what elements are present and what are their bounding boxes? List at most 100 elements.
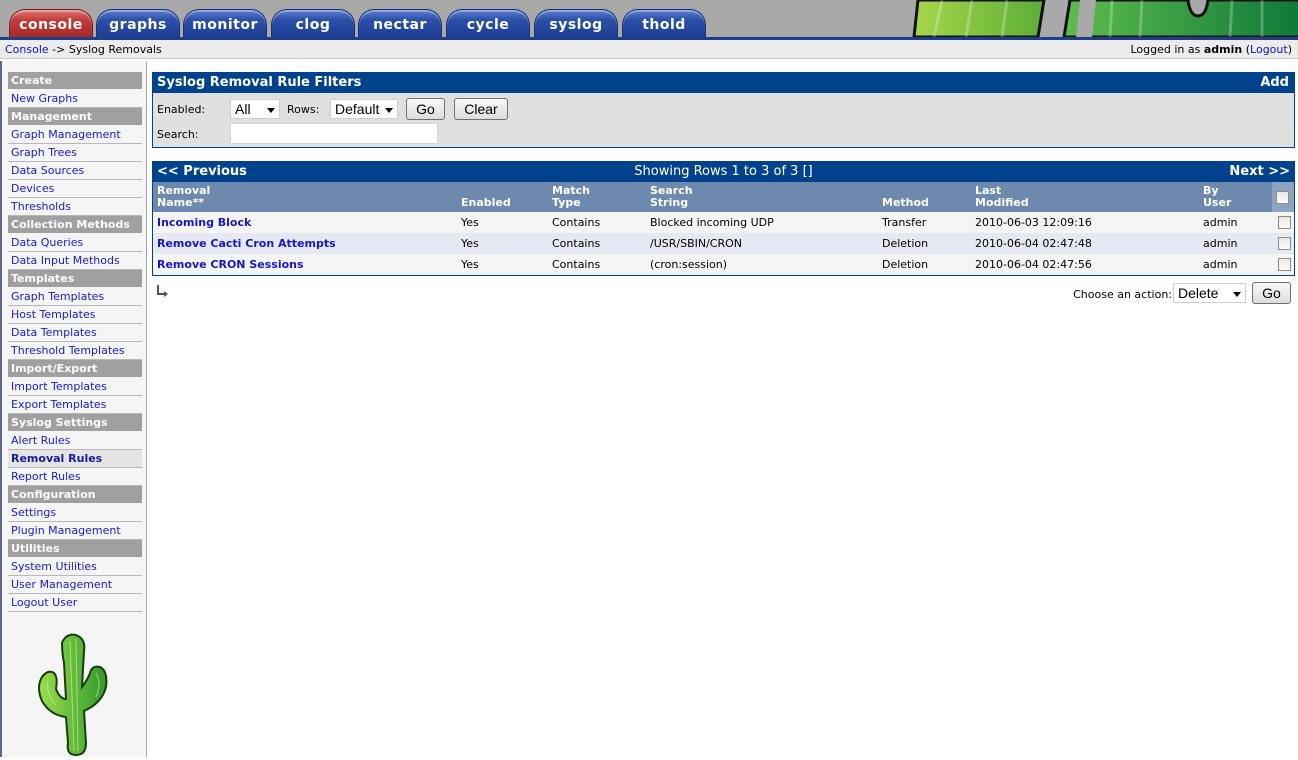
col-removal-name[interactable]: Removal Name** <box>157 185 210 209</box>
corner-arrow-icon <box>156 284 170 298</box>
col-label-line2: String <box>650 196 689 209</box>
rule-name-cell: Remove CRON Sessions <box>157 254 304 275</box>
sidebar-link[interactable]: Graph Trees <box>11 146 77 159</box>
cactus-banner-image <box>912 0 1298 37</box>
menu-section-templates: Templates <box>8 270 142 287</box>
method-cell: Deletion <box>882 237 929 250</box>
col-method[interactable]: Method <box>882 197 929 209</box>
sidebar-item-plugin-management[interactable]: Plugin Management <box>8 522 142 540</box>
sidebar-link[interactable]: Export Templates <box>11 398 106 411</box>
sidebar-link[interactable]: User Management <box>11 578 112 591</box>
sidebar-link[interactable]: Plugin Management <box>11 524 121 537</box>
select-all-checkbox[interactable] <box>1276 191 1289 204</box>
tab-nectar[interactable]: nectar <box>358 9 442 38</box>
sidebar-item-data-templates[interactable]: Data Templates <box>8 324 142 342</box>
breadcrumb-console-link[interactable]: Console <box>5 43 49 56</box>
sidebar-item-graph-templates[interactable]: Graph Templates <box>8 288 142 306</box>
add-rule-link[interactable]: Add <box>1260 73 1289 93</box>
logout-link[interactable]: Logout <box>1250 43 1288 56</box>
chevron-down-icon <box>385 108 393 113</box>
sidebar-item-data-input-methods[interactable]: Data Input Methods <box>8 252 142 270</box>
sidebar-item-graph-management[interactable]: Graph Management <box>8 126 142 144</box>
enabled-select-value: All <box>235 101 251 117</box>
sidebar-link[interactable]: Graph Templates <box>11 290 104 303</box>
row-checkbox[interactable] <box>1278 237 1291 250</box>
enabled-select[interactable]: All <box>230 99 280 119</box>
search-string-cell: /USR/SBIN/CRON <box>650 237 743 250</box>
sidebar-item-devices[interactable]: Devices <box>8 180 142 198</box>
sidebar-item-data-sources[interactable]: Data Sources <box>8 162 142 180</box>
enabled-cell: Yes <box>461 258 479 271</box>
sidebar-link[interactable]: Report Rules <box>11 470 81 483</box>
sidebar-item-new-graphs[interactable]: New Graphs <box>8 90 142 108</box>
sidebar-link[interactable]: Data Input Methods <box>11 254 120 267</box>
sidebar-item-threshold-templates[interactable]: Threshold Templates <box>8 342 142 360</box>
sidebar-link[interactable]: Settings <box>11 506 56 519</box>
tab-clog[interactable]: clog <box>271 9 355 38</box>
sidebar-link[interactable]: Removal Rules <box>11 452 102 465</box>
sidebar-item-import-templates[interactable]: Import Templates <box>8 378 142 396</box>
sidebar-link[interactable]: Graph Management <box>11 128 121 141</box>
filter-go-button[interactable]: Go <box>406 98 445 120</box>
rows-select[interactable]: Default <box>330 99 398 119</box>
next-page-link[interactable]: Next >> <box>1229 162 1290 182</box>
sidebar-item-graph-trees[interactable]: Graph Trees <box>8 144 142 162</box>
action-select[interactable]: Delete <box>1173 283 1246 303</box>
sidebar-item-settings[interactable]: Settings <box>8 504 142 522</box>
sidebar-item-user-management[interactable]: User Management <box>8 576 142 594</box>
col-search-string[interactable]: Search String <box>650 185 693 209</box>
sidebar-item-data-queries[interactable]: Data Queries <box>8 234 142 252</box>
tab-syslog[interactable]: syslog <box>534 9 618 38</box>
sidebar-link[interactable]: Thresholds <box>11 200 71 213</box>
rule-name-link[interactable]: Incoming Block <box>157 216 251 229</box>
action-go-button[interactable]: Go <box>1252 282 1291 304</box>
sidebar-link[interactable]: Data Templates <box>11 326 97 339</box>
tab-thold[interactable]: thold <box>622 9 706 38</box>
sidebar-link[interactable]: Alert Rules <box>11 434 70 447</box>
tab-graphs[interactable]: graphs <box>96 9 180 38</box>
menu-section-configuration: Configuration <box>8 486 142 503</box>
chevron-down-icon <box>267 108 275 113</box>
search-input[interactable] <box>230 123 438 144</box>
col-by-user[interactable]: By User <box>1203 185 1231 209</box>
sidebar-link[interactable]: Import Templates <box>11 380 107 393</box>
col-enabled[interactable]: Enabled <box>461 197 511 209</box>
row-checkbox[interactable] <box>1278 258 1291 271</box>
rule-name-link[interactable]: Remove Cacti Cron Attempts <box>157 237 336 250</box>
sidebar-item-logout-user[interactable]: Logout User <box>8 594 142 612</box>
menu-section-create: Create <box>8 72 142 89</box>
table-row: Remove Cacti Cron Attempts Yes Contains … <box>153 233 1294 254</box>
sidebar-link[interactable]: Data Sources <box>11 164 84 177</box>
showing-rows-text: Showing Rows 1 to 3 of 3 [] <box>634 164 813 179</box>
sidebar-link[interactable]: Threshold Templates <box>11 344 125 357</box>
sidebar-item-host-templates[interactable]: Host Templates <box>8 306 142 324</box>
rule-name-link[interactable]: Remove CRON Sessions <box>157 258 304 271</box>
by-user-cell: admin <box>1203 258 1238 271</box>
by-user-cell: admin <box>1203 216 1238 229</box>
col-last-modified[interactable]: Last Modified <box>975 185 1029 209</box>
tab-monitor[interactable]: monitor <box>183 9 267 38</box>
sidebar-item-export-templates[interactable]: Export Templates <box>8 396 142 414</box>
sidebar-link[interactable]: Devices <box>11 182 54 195</box>
sidebar-item-removal-rules[interactable]: Removal Rules <box>8 450 142 468</box>
paren-open: ( <box>1242 43 1251 56</box>
enabled-cell: Yes <box>461 216 479 229</box>
sidebar-link[interactable]: System Utilities <box>11 560 97 573</box>
tab-console[interactable]: console <box>9 9 93 38</box>
sidebar-link[interactable]: Host Templates <box>11 308 95 321</box>
row-checkbox[interactable] <box>1278 216 1291 229</box>
sidebar-link[interactable]: Data Queries <box>11 236 83 249</box>
match-type-cell: Contains <box>552 237 601 250</box>
tab-cycle[interactable]: cycle <box>446 9 530 38</box>
sidebar-link[interactable]: Logout User <box>11 596 77 609</box>
action-select-value: Delete <box>1178 285 1219 301</box>
sidebar-link[interactable]: New Graphs <box>11 92 78 105</box>
sidebar-item-alert-rules[interactable]: Alert Rules <box>8 432 142 450</box>
filter-clear-button[interactable]: Clear <box>454 98 508 120</box>
sidebar-item-system-utilities[interactable]: System Utilities <box>8 558 142 576</box>
sidebar: Create New Graphs Management Graph Manag… <box>0 61 147 757</box>
sidebar-item-report-rules[interactable]: Report Rules <box>8 468 142 486</box>
rows-select-value: Default <box>335 101 380 117</box>
sidebar-item-thresholds[interactable]: Thresholds <box>8 198 142 216</box>
col-match-type[interactable]: Match Type <box>552 185 590 209</box>
